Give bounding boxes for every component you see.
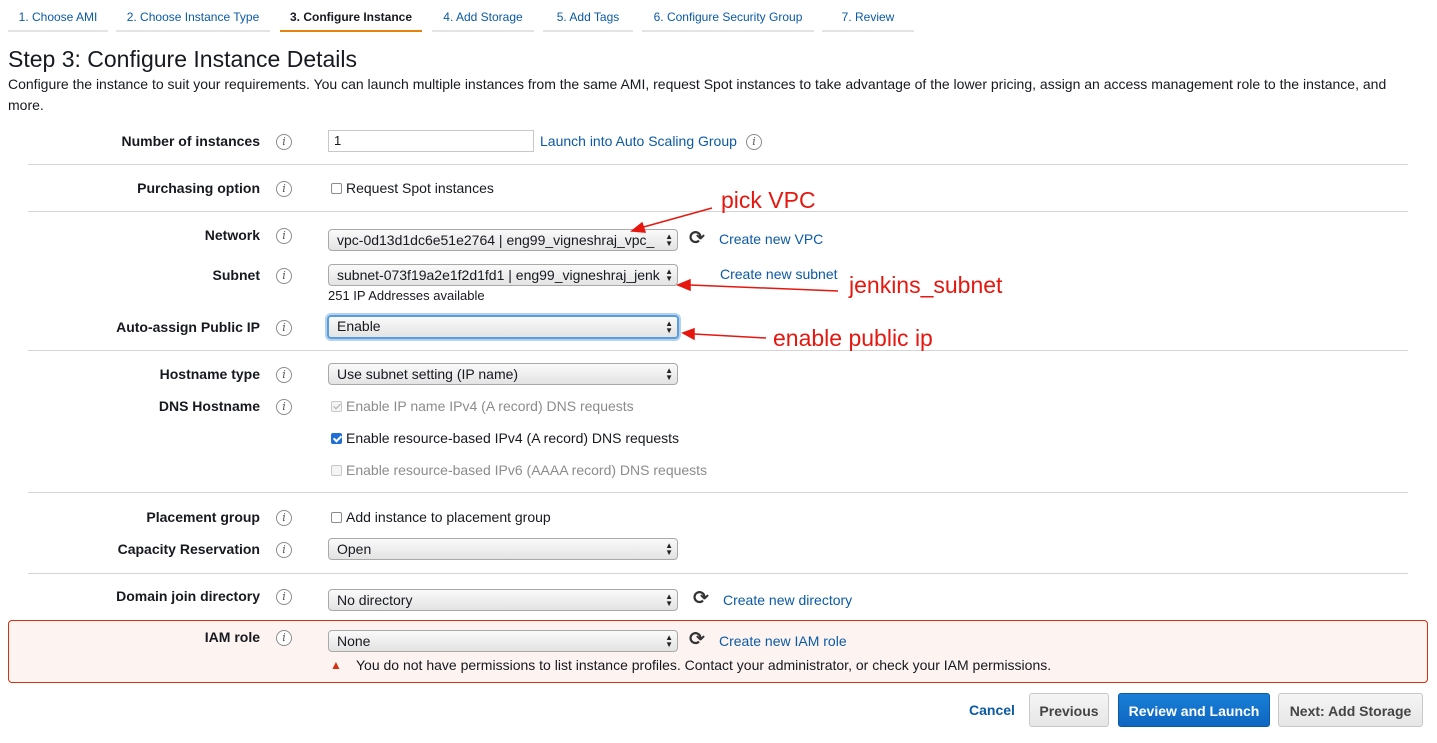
info-icon[interactable]: i: [276, 589, 292, 605]
auto-assign-public-ip-select[interactable]: Enable ▲ ▼: [327, 315, 679, 339]
select-caret-icon: ▲ ▼: [665, 592, 673, 608]
label-number-of-instances: Number of instances: [121, 133, 260, 149]
label-subnet: Subnet: [212, 267, 260, 283]
dns-ip-name-ipv4-checkbox: [331, 401, 342, 412]
select-caret-icon: ▲ ▼: [665, 541, 673, 557]
info-icon[interactable]: i: [276, 320, 292, 336]
request-spot-checkbox[interactable]: [331, 183, 342, 194]
page-description: Configure the instance to suit your requ…: [8, 76, 1387, 113]
create-new-vpc-link[interactable]: Create new VPC: [719, 231, 823, 247]
tab-choose-instance-type[interactable]: 2. Choose Instance Type: [116, 0, 270, 32]
previous-button[interactable]: Previous: [1029, 693, 1109, 727]
next-add-storage-button[interactable]: Next: Add Storage: [1278, 693, 1423, 727]
info-icon[interactable]: i: [276, 367, 292, 383]
label-purchasing-option: Purchasing option: [137, 180, 260, 196]
arrow-subnet: [689, 284, 839, 292]
iam-role-value: None: [337, 633, 371, 649]
label-capacity-reservation: Capacity Reservation: [117, 541, 260, 557]
annotation-pick-vpc: pick VPC: [721, 187, 816, 213]
page-title: Step 3: Configure Instance Details: [8, 46, 358, 72]
subnet-select-value: subnet-073f19a2e1f2d1fd1 | eng99_vignesh…: [337, 267, 660, 283]
divider: [28, 492, 1408, 493]
request-spot-checkbox-row[interactable]: Request Spot instances: [331, 180, 494, 196]
subnet-ip-available: 251 IP Addresses available: [328, 288, 485, 303]
label-auto-assign-public-ip: Auto-assign Public IP: [116, 319, 260, 335]
divider: [28, 350, 1408, 351]
create-new-directory-link[interactable]: Create new directory: [723, 592, 852, 608]
dns-resource-ipv6-checkbox: [331, 465, 342, 476]
dns-resource-ipv6-label: Enable resource-based IPv6 (AAAA record)…: [346, 462, 708, 478]
placement-group-label: Add instance to placement group: [346, 509, 551, 525]
dns-ip-name-ipv4-label: Enable IP name IPv4 (A record) DNS reque…: [346, 398, 634, 414]
capacity-reservation-value: Open: [337, 541, 372, 557]
tab-configure-instance[interactable]: 3. Configure Instance: [280, 0, 422, 32]
wizard-tabs: 1. Choose AMI 2. Choose Instance Type 3.…: [0, 0, 1437, 34]
auto-assign-public-ip-value: Enable: [337, 318, 381, 334]
select-caret-icon: ▲ ▼: [665, 366, 673, 382]
request-spot-label: Request Spot instances: [346, 180, 494, 196]
network-select-value: vpc-0d13d1dc6e51e2764 | eng99_vigneshraj…: [337, 232, 655, 248]
label-iam-role: IAM role: [204, 629, 260, 645]
tab-configure-security-group[interactable]: 6. Configure Security Group: [642, 0, 814, 32]
tab-choose-ami[interactable]: 1. Choose AMI: [8, 0, 108, 32]
subnet-select[interactable]: subnet-073f19a2e1f2d1fd1 | eng99_vignesh…: [328, 264, 678, 286]
label-placement-group: Placement group: [146, 509, 260, 525]
info-icon[interactable]: i: [276, 542, 292, 558]
review-and-launch-button[interactable]: Review and Launch: [1118, 693, 1270, 727]
dns-resource-ipv4-label: Enable resource-based IPv4 (A record) DN…: [346, 430, 680, 446]
info-icon[interactable]: i: [276, 630, 292, 646]
select-caret-icon: ▲ ▼: [665, 267, 673, 283]
tab-review[interactable]: 7. Review: [822, 0, 914, 32]
network-select[interactable]: vpc-0d13d1dc6e51e2764 | eng99_vigneshraj…: [328, 229, 678, 251]
annotation-enable-public-ip: enable public ip: [773, 325, 933, 351]
label-hostname-type: Hostname type: [159, 366, 260, 382]
tab-add-tags[interactable]: 5. Add Tags: [543, 0, 633, 32]
tab-add-storage[interactable]: 4. Add Storage: [432, 0, 534, 32]
label-domain-join-directory: Domain join directory: [116, 588, 260, 604]
create-new-iam-role-link[interactable]: Create new IAM role: [719, 633, 847, 649]
capacity-reservation-select[interactable]: Open ▲ ▼: [328, 538, 678, 560]
launch-auto-scaling-link[interactable]: Launch into Auto Scaling Group: [540, 133, 737, 149]
info-icon[interactable]: i: [276, 268, 292, 284]
refresh-icon[interactable]: ⟳: [689, 630, 705, 649]
dns-resource-ipv4-row[interactable]: Enable resource-based IPv4 (A record) DN…: [331, 430, 679, 446]
select-caret-icon: ▲ ▼: [665, 633, 673, 649]
arrowhead-public-ip: [681, 327, 695, 341]
iam-role-select[interactable]: None ▲ ▼: [328, 630, 678, 652]
info-icon[interactable]: i: [276, 134, 292, 150]
dns-resource-ipv6-row: Enable resource-based IPv6 (AAAA record)…: [331, 462, 707, 478]
info-icon[interactable]: i: [276, 228, 292, 244]
select-caret-icon: ▲ ▼: [665, 319, 673, 335]
number-of-instances-input[interactable]: 1: [328, 130, 534, 152]
divider: [28, 573, 1408, 574]
divider: [28, 211, 1408, 212]
hostname-type-select[interactable]: Use subnet setting (IP name) ▲ ▼: [328, 363, 678, 385]
dns-ip-name-ipv4-row: Enable IP name IPv4 (A record) DNS reque…: [331, 398, 634, 414]
divider: [28, 164, 1408, 165]
arrowhead-subnet: [676, 278, 691, 292]
info-icon[interactable]: i: [276, 181, 292, 197]
annotation-jenkins-subnet: jenkins_subnet: [849, 272, 1003, 298]
iam-role-warning-text: You do not have permissions to list inst…: [356, 657, 1052, 673]
label-dns-hostname: DNS Hostname: [158, 398, 260, 414]
info-icon[interactable]: i: [276, 510, 292, 526]
warning-icon: ▲: [330, 658, 342, 672]
label-network: Network: [204, 227, 260, 243]
info-icon[interactable]: i: [746, 134, 762, 150]
arrow-public-ip: [693, 333, 767, 339]
refresh-icon[interactable]: ⟳: [689, 229, 705, 248]
create-new-subnet-link[interactable]: Create new subnet: [720, 266, 838, 282]
info-icon[interactable]: i: [276, 399, 292, 415]
refresh-icon[interactable]: ⟳: [693, 589, 709, 608]
domain-join-value: No directory: [337, 592, 413, 608]
cancel-button[interactable]: Cancel: [960, 693, 1024, 727]
placement-group-checkbox[interactable]: [331, 512, 342, 523]
select-caret-icon: ▲ ▼: [665, 232, 673, 248]
hostname-type-value: Use subnet setting (IP name): [337, 366, 519, 382]
dns-resource-ipv4-checkbox[interactable]: [331, 433, 342, 444]
placement-group-row[interactable]: Add instance to placement group: [331, 509, 551, 525]
domain-join-select[interactable]: No directory ▲ ▼: [328, 589, 678, 611]
